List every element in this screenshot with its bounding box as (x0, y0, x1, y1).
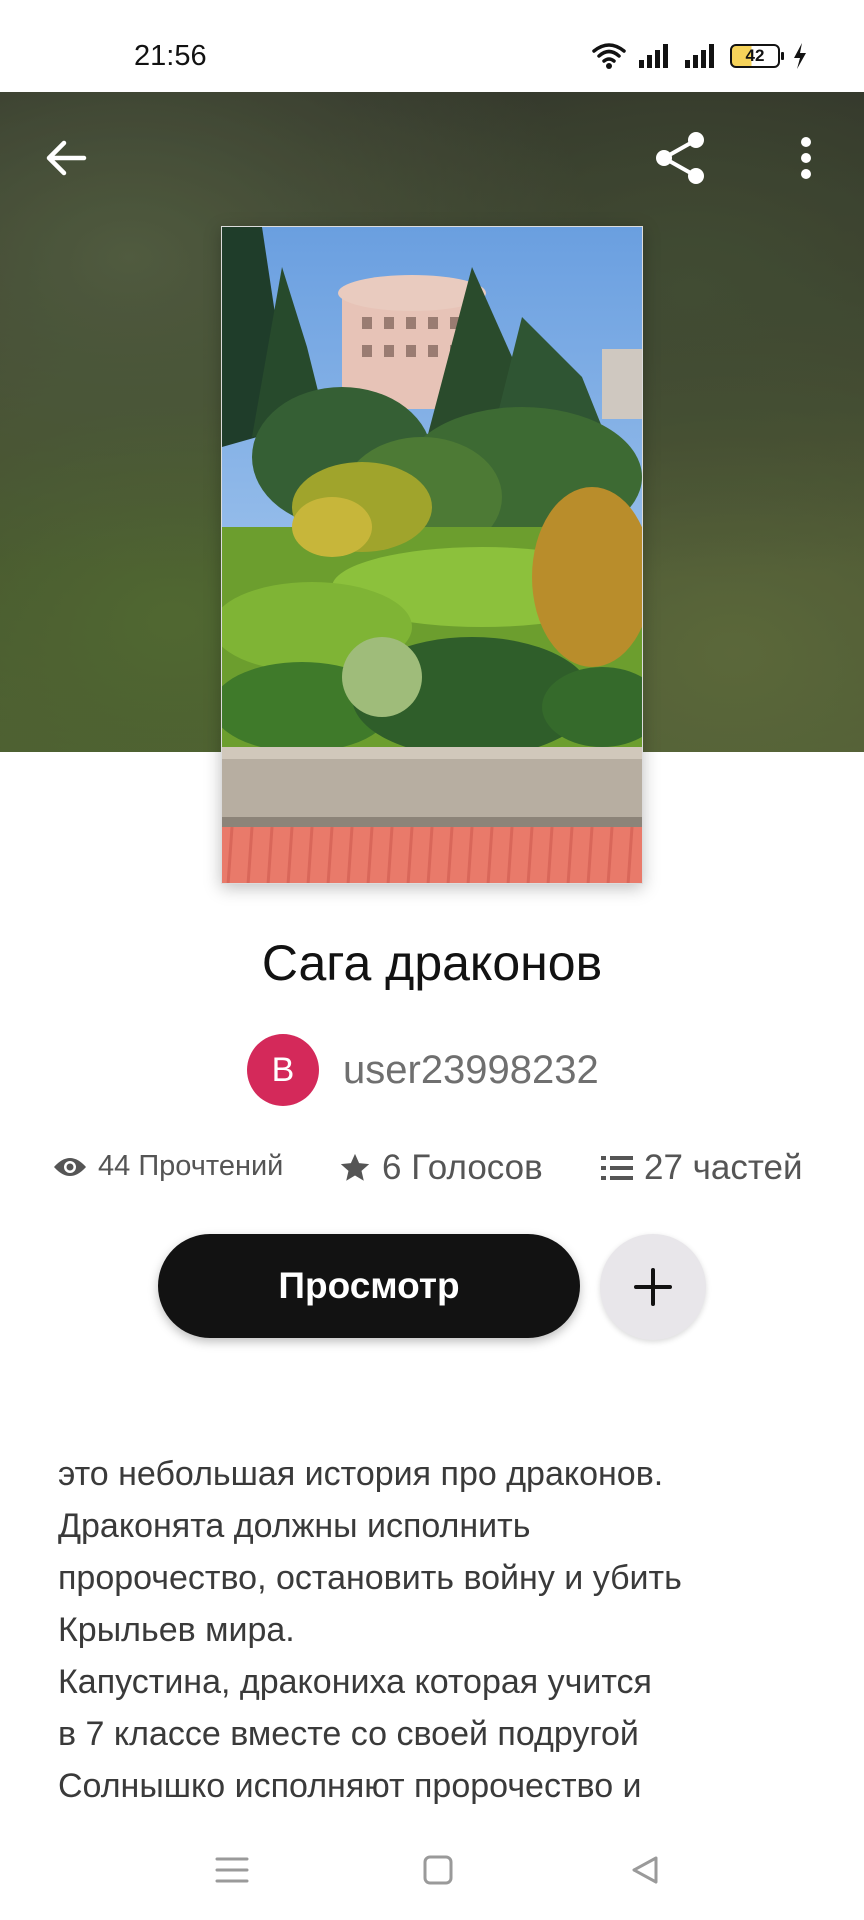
avatar-letter: B (271, 1050, 295, 1089)
signal-icon (639, 44, 668, 68)
back-button[interactable] (30, 122, 102, 194)
description-line: Солнышко исполняют пророчество и (58, 1767, 642, 1805)
nav-back-button[interactable] (620, 1848, 670, 1892)
wifi-icon (592, 43, 626, 69)
read-button-label: Просмотр (278, 1265, 460, 1306)
menu-icon (215, 1857, 249, 1883)
reads-count: 44 Прочтений (98, 1150, 284, 1182)
nav-home-button[interactable] (413, 1848, 463, 1892)
more-options-button[interactable] (770, 122, 842, 194)
cover-illustration (222, 227, 642, 883)
avatar[interactable]: B (247, 1034, 319, 1106)
nav-menu-button[interactable] (207, 1848, 257, 1892)
more-vertical-icon (801, 137, 811, 179)
home-square-icon (423, 1855, 453, 1885)
description-line: Драконята должны исполнить (58, 1507, 531, 1545)
status-icons: 42 (592, 42, 808, 70)
share-icon (656, 132, 704, 184)
signal-icon (685, 44, 714, 68)
story-description: это небольшая история про драконов. Драк… (58, 1448, 828, 1812)
add-to-library-button[interactable] (600, 1234, 706, 1340)
parts-stat[interactable]: 27 частей (600, 1148, 803, 1188)
story-stats: 44 Прочтений 6 Голосов 27 частей (0, 1148, 864, 1198)
read-button[interactable]: Просмотр (158, 1234, 580, 1338)
story-title: Сага драконов (261, 935, 603, 991)
back-arrow-icon (46, 140, 87, 176)
list-icon (601, 1156, 633, 1180)
battery-icon: 42 (730, 44, 784, 68)
back-triangle-icon (632, 1856, 658, 1884)
parts-count[interactable]: 27 частей (644, 1148, 803, 1188)
battery-level: 42 (745, 46, 765, 65)
description-line: Крыльев мира. (58, 1611, 295, 1649)
charging-icon (794, 43, 806, 69)
plus-icon (634, 1268, 672, 1306)
share-button[interactable] (645, 122, 717, 194)
story-cover-image (221, 226, 643, 884)
description-line: в 7 классе вместе со своей подругой (58, 1715, 639, 1753)
author-row[interactable]: B user23998232 (247, 1034, 599, 1106)
votes-stat: 6 Голосов (338, 1148, 543, 1188)
description-line: пророчество, остановить войну и убить (58, 1559, 682, 1597)
system-nav-bar (0, 1820, 864, 1920)
reads-stat: 44 Прочтений (52, 1150, 283, 1183)
star-icon (340, 1153, 370, 1181)
status-bar: 21:56 42 (0, 0, 864, 92)
votes-count: 6 Голосов (382, 1148, 543, 1187)
description-line: Капустина, дракониха которая учится (58, 1663, 652, 1701)
author-name[interactable]: user23998232 (343, 1048, 599, 1093)
eye-icon (54, 1157, 86, 1176)
description-line: это небольшая история про драконов. (58, 1455, 664, 1493)
status-time: 21:56 (134, 40, 207, 72)
